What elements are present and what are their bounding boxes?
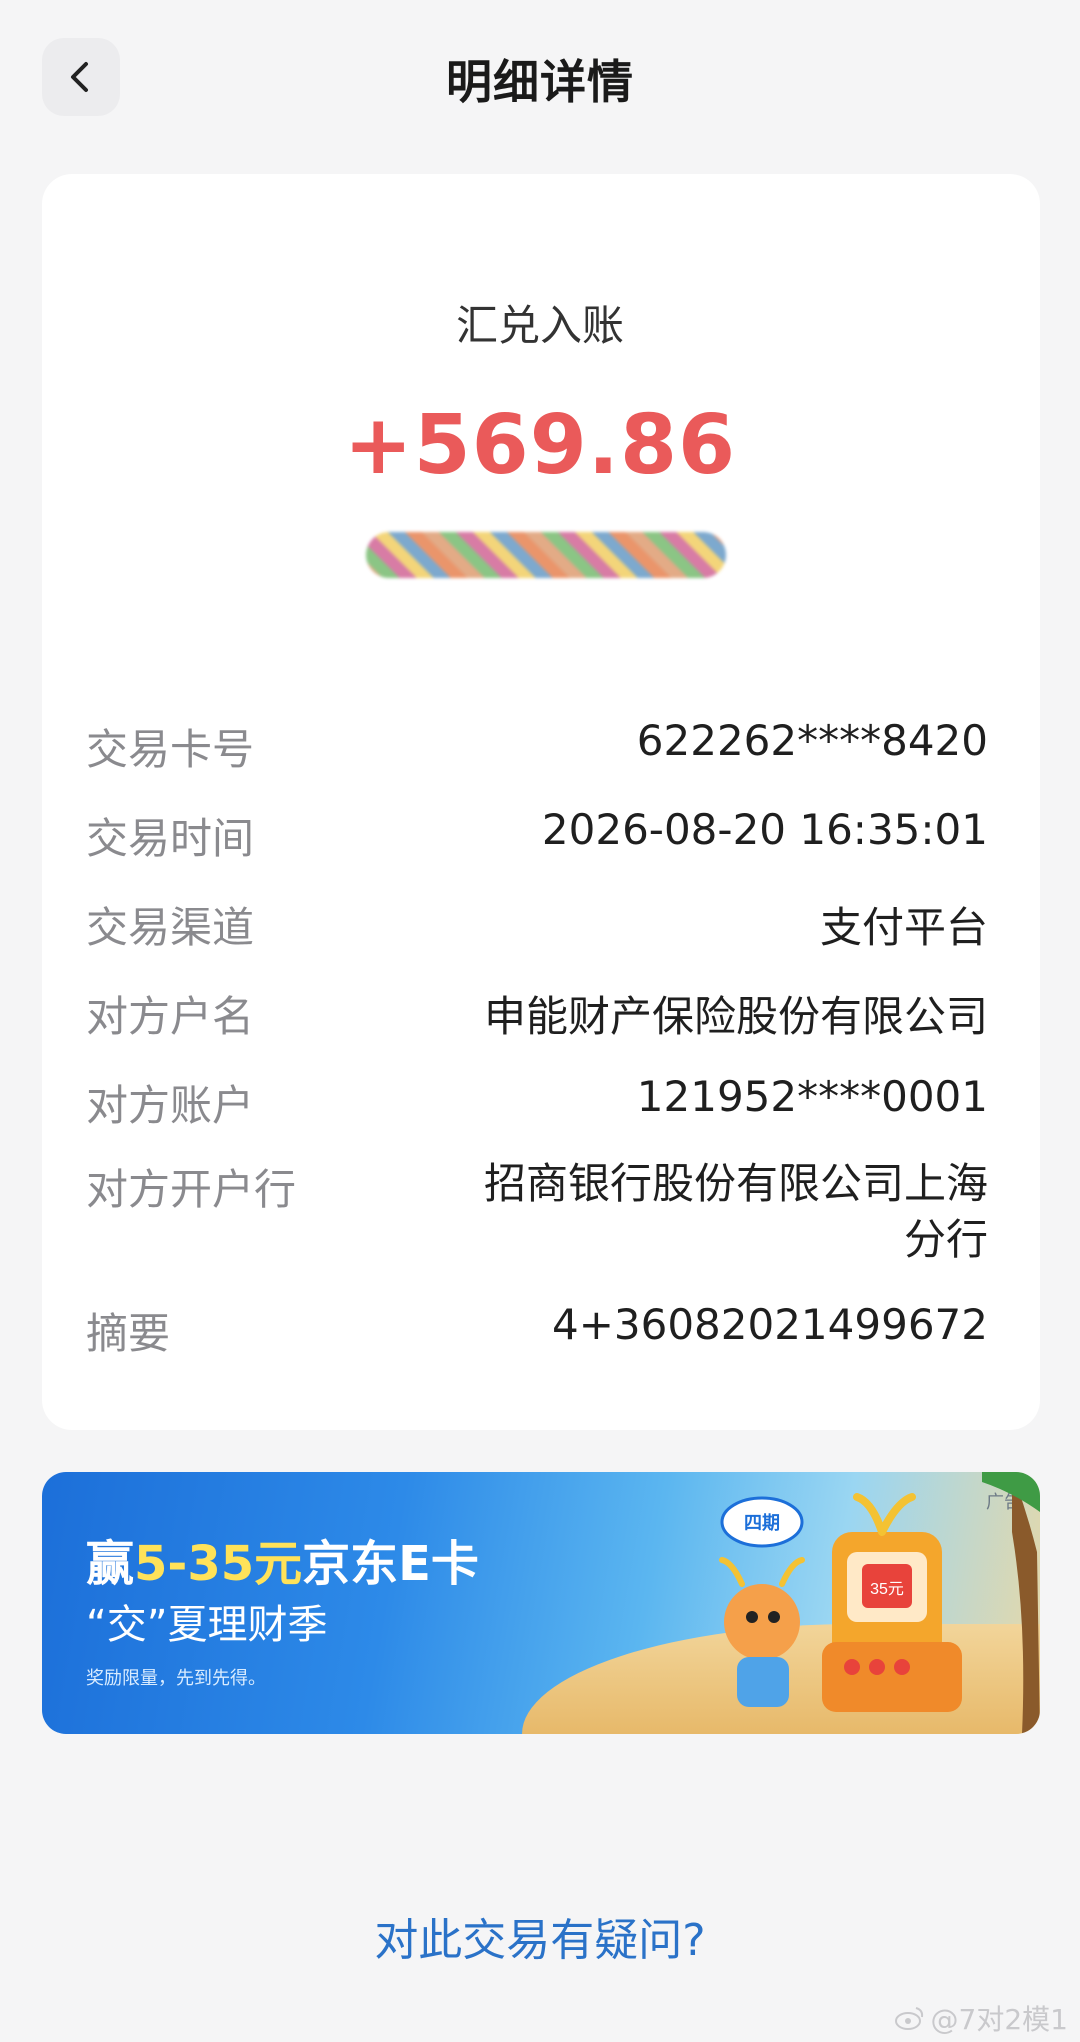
detail-value: 2026-08-20 16:35:01 bbox=[541, 805, 988, 854]
banner-badge: 四期 bbox=[744, 1513, 780, 1533]
transaction-amount: +569.86 bbox=[343, 398, 737, 493]
deer-mascot-illustration: 35元 四期 bbox=[719, 1472, 1040, 1734]
banner-headline-highlight: 5-35元 bbox=[134, 1536, 303, 1592]
banner-note: 奖励限量，先到先得。 bbox=[86, 1668, 266, 1689]
detail-label: 交易卡号 bbox=[86, 725, 255, 774]
detail-value: 招商银行股份有限公司上海分行 bbox=[483, 1159, 988, 1264]
watermark: @7对2模1 bbox=[894, 1998, 1068, 2038]
banner-subtitle: “交”夏理财季 bbox=[86, 1602, 328, 1648]
detail-label: 交易渠道 bbox=[86, 903, 255, 952]
detail-value: 622262****8420 bbox=[636, 716, 988, 765]
detail-value: 121952****0001 bbox=[636, 1072, 988, 1121]
weibo-icon bbox=[894, 2007, 923, 2030]
banner-headline-suffix: 京东E卡 bbox=[302, 1536, 479, 1592]
transaction-question-link[interactable]: 对此交易有疑问? bbox=[0, 1904, 1080, 1968]
transaction-type: 汇兑入账 bbox=[455, 301, 624, 350]
envelope-amount: 35元 bbox=[870, 1581, 904, 1598]
promo-banner[interactable]: 赢5-35元京东E卡 “交”夏理财季 奖励限量，先到先得。 广告 35元 四期 bbox=[42, 1472, 1040, 1734]
banner-headline-prefix: 赢 bbox=[86, 1536, 135, 1592]
header: 明细详情 bbox=[0, 0, 1080, 150]
detail-label: 摘要 bbox=[86, 1309, 171, 1358]
watermark-text: @7对2模1 bbox=[930, 2003, 1068, 2036]
detail-value: 支付平台 bbox=[819, 903, 988, 952]
banner-headline: 赢5-35元京东E卡 bbox=[86, 1524, 479, 1594]
page-title: 明细详情 bbox=[446, 55, 634, 109]
detail-value: 4+36082021499672 bbox=[551, 1300, 988, 1349]
detail-value: 申能财产保险股份有限公司 bbox=[483, 992, 988, 1041]
detail-label: 交易时间 bbox=[86, 814, 255, 863]
detail-label: 对方开户行 bbox=[86, 1165, 297, 1214]
detail-label: 对方账户 bbox=[86, 1081, 255, 1130]
detail-label: 对方户名 bbox=[86, 992, 255, 1041]
redacted-balance bbox=[366, 532, 726, 578]
